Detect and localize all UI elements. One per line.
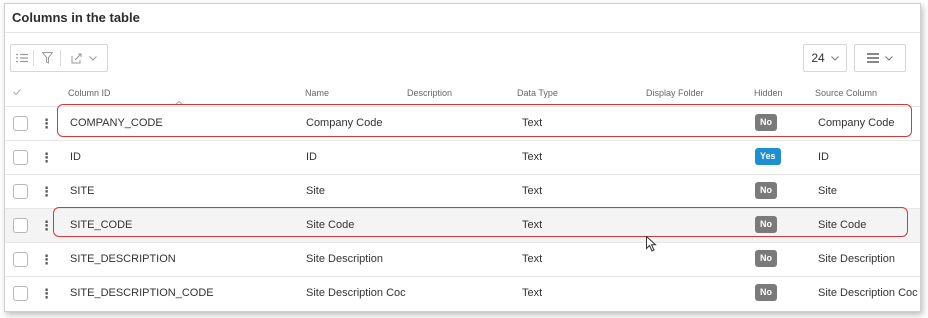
hidden-badge: No [755, 216, 777, 233]
row-menu-icon[interactable]: ⋮ [40, 116, 53, 132]
cell-source-column: Site Description Coc [818, 287, 918, 299]
chevron-down-icon [830, 55, 839, 61]
cell-data-type: Text [522, 253, 543, 265]
cell-data-type: Text [522, 151, 543, 163]
cell-column-id: SITE_CODE [70, 219, 133, 231]
cell-name: ID [306, 151, 317, 163]
cell-column-id: SITE_DESCRIPTION_CODE [70, 287, 214, 299]
cell-data-type: Text [522, 287, 543, 299]
table-row[interactable]: ⋮ SITE_DESCRIPTION Site Description Text… [5, 242, 920, 276]
cell-column-id: SITE_DESCRIPTION [70, 253, 176, 265]
row-checkbox[interactable] [13, 184, 28, 199]
hidden-badge: No [755, 250, 777, 267]
header-source-column[interactable]: Source Column [815, 88, 877, 98]
select-all-checkmark-icon[interactable] [13, 87, 21, 97]
cell-column-id: ID [70, 151, 81, 163]
row-menu-icon[interactable]: ⋮ [40, 252, 53, 268]
header-hidden[interactable]: Hidden [754, 88, 783, 98]
header-column-id[interactable]: Column ID [68, 88, 111, 98]
table-row[interactable]: ⋮ SITE_DESCRIPTION_CODE Site Description… [5, 276, 920, 310]
table-view-icon [867, 53, 879, 63]
list-icon [16, 53, 28, 63]
row-menu-icon[interactable]: ⋮ [40, 184, 53, 200]
filter-button[interactable] [34, 45, 60, 71]
cell-name: Company Code [306, 117, 383, 129]
mouse-pointer-icon [646, 235, 657, 257]
page-size-select[interactable]: 24 [803, 44, 847, 72]
table-row[interactable]: ⋮ COMPANY_CODE Company Code Text No Comp… [5, 106, 920, 140]
row-checkbox[interactable] [13, 116, 28, 131]
cell-source-column: Company Code [818, 117, 895, 129]
page-size-value: 24 [811, 51, 825, 65]
columns-panel: Columns in the table 24 Column ID Name D… [4, 3, 921, 312]
chevron-down-icon [885, 55, 893, 61]
hidden-badge: No [755, 284, 777, 301]
cell-column-id: COMPANY_CODE [70, 117, 163, 129]
export-button[interactable] [61, 45, 107, 71]
hidden-badge: No [755, 114, 777, 131]
hidden-badge: No [755, 182, 777, 199]
cell-source-column: Site Code [818, 219, 867, 231]
view-options-button[interactable] [854, 44, 906, 72]
cell-data-type: Text [522, 185, 543, 197]
hidden-badge: Yes [755, 148, 781, 165]
row-menu-icon[interactable]: ⋮ [40, 218, 53, 234]
cell-source-column: Site [818, 185, 837, 197]
row-checkbox[interactable] [13, 286, 28, 301]
export-icon [71, 53, 82, 63]
cell-name: Site Description [306, 253, 384, 265]
row-checkbox[interactable] [13, 252, 28, 267]
table-header: Column ID Name Description Data Type Dis… [5, 83, 920, 105]
cell-source-column: ID [818, 151, 829, 163]
row-menu-icon[interactable]: ⋮ [40, 150, 53, 166]
header-data-type[interactable]: Data Type [517, 88, 558, 98]
chevron-down-icon [89, 55, 97, 61]
cell-data-type: Text [522, 219, 543, 231]
table-row[interactable]: ⋮ SITE_CODE Site Code Text No Site Code [5, 208, 920, 242]
toolbar: 24 [5, 33, 920, 83]
table-row[interactable]: ⋮ ID ID Text Yes ID [5, 140, 920, 174]
header-display-folder[interactable]: Display Folder [646, 88, 704, 98]
cell-name: Site Description Coc [306, 287, 406, 299]
cell-name: Site [306, 185, 325, 197]
list-view-button[interactable] [11, 45, 33, 71]
row-checkbox[interactable] [13, 218, 28, 233]
cell-column-id: SITE [70, 185, 95, 197]
table-body: ⋮ COMPANY_CODE Company Code Text No Comp… [5, 106, 920, 310]
panel-title: Columns in the table [5, 4, 920, 33]
row-checkbox[interactable] [13, 150, 28, 165]
filter-icon [41, 52, 53, 64]
cell-name: Site Code [306, 219, 355, 231]
cell-data-type: Text [522, 117, 543, 129]
cell-source-column: Site Description [818, 253, 896, 265]
row-menu-icon[interactable]: ⋮ [40, 286, 53, 302]
header-description[interactable]: Description [407, 88, 452, 98]
header-name[interactable]: Name [305, 88, 329, 98]
toolbar-button-group [10, 44, 108, 72]
table-row[interactable]: ⋮ SITE Site Text No Site [5, 174, 920, 208]
